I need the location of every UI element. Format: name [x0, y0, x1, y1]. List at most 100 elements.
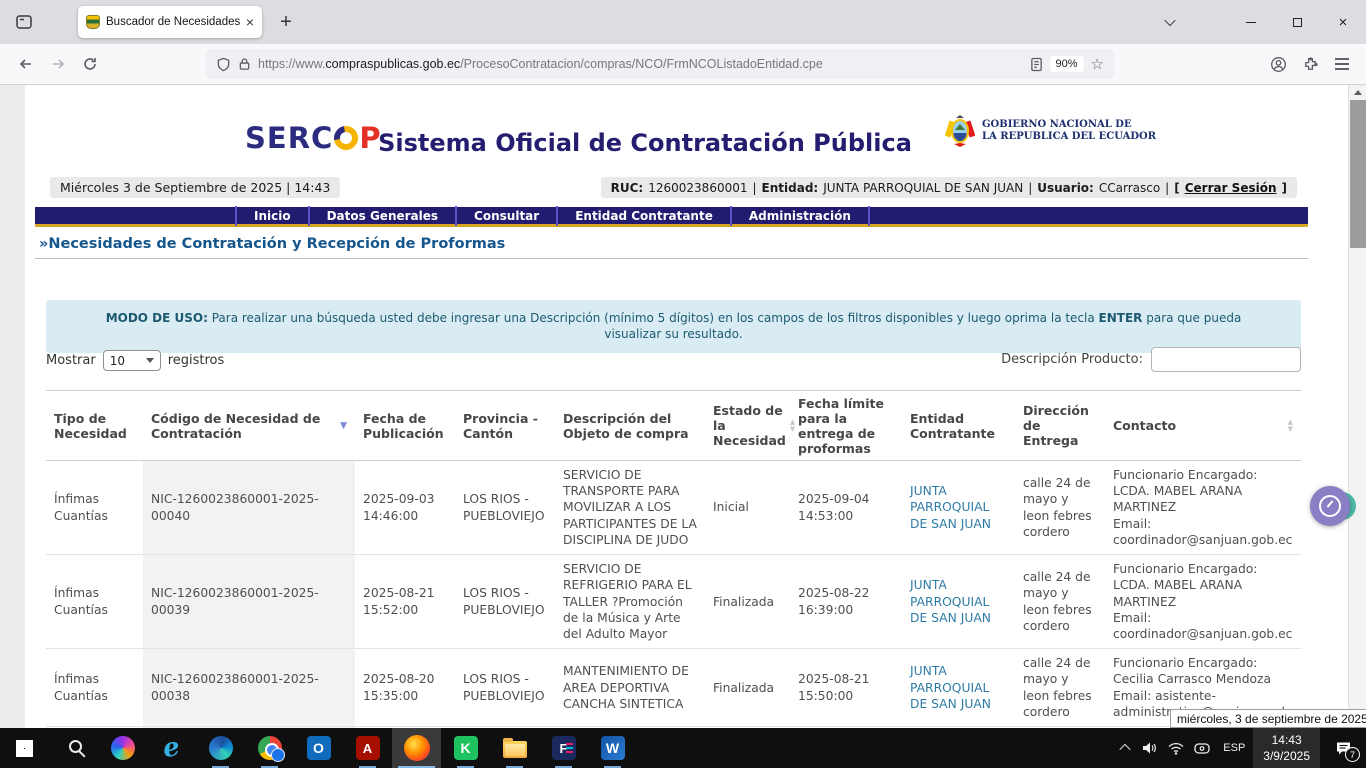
records-per-page-select[interactable]: 10 — [103, 350, 161, 371]
taskbar-kaspersky-icon[interactable]: K — [441, 728, 490, 768]
entidad-link[interactable]: JUNTA PARROQUIAL DE SAN JUAN — [910, 578, 991, 624]
forward-icon[interactable] — [42, 49, 74, 79]
date-tooltip: miércoles, 3 de septiembre de 2025 — [1170, 709, 1366, 728]
column-header-provincia[interactable]: Provincia - Cantón — [455, 391, 555, 461]
nav-item-datos-generales[interactable]: Datos Generales — [310, 206, 457, 226]
cell-descripcion: MANTENIMIENTO DE AREA DEPORTIVA CANCHA S… — [555, 649, 705, 727]
cell-fecha_limite: 2025-08-22 16:39:00 — [790, 555, 902, 649]
browser-tab[interactable]: Buscador de Necesidades de Co × — [78, 6, 262, 38]
nav-item-inicio[interactable]: Inicio — [235, 206, 310, 226]
taskbar-outlook-icon[interactable]: O — [294, 728, 343, 768]
logout-link[interactable]: Cerrar Sesión — [1185, 181, 1277, 195]
system-tray: ESP 14:43 3/9/2025 7 — [1113, 728, 1366, 768]
shield-icon — [216, 57, 231, 72]
close-button[interactable]: × — [1320, 0, 1366, 44]
back-icon[interactable] — [10, 49, 42, 79]
extensions-puzzle-icon[interactable] — [1294, 49, 1326, 79]
column-header-direccion[interactable]: Dirección de Entrega — [1015, 391, 1105, 461]
taskbar-chrome-icon[interactable] — [245, 728, 294, 768]
meet-now-camera-icon[interactable] — [1189, 728, 1215, 768]
cell-contacto: Funcionario Encargado: LCDA. MABEL ARANA… — [1105, 555, 1301, 649]
notification-center-icon[interactable]: 7 — [1320, 728, 1366, 768]
cell-provincia: LOS RIOS - PUEBLOVIEJO — [455, 461, 555, 555]
ecuador-crest-icon — [945, 113, 975, 149]
chevron-down-icon — [146, 358, 154, 363]
taskbar-edge-icon[interactable] — [196, 728, 245, 768]
clock-widget-icon — [1310, 486, 1350, 526]
taskbar-copilot-icon[interactable] — [98, 728, 147, 768]
search-icon — [69, 740, 82, 753]
scroll-up-icon[interactable] — [1349, 85, 1366, 100]
taskbar-fbs-icon[interactable]: F — [539, 728, 588, 768]
firefox-view-icon[interactable] — [10, 8, 38, 36]
list-all-tabs-icon[interactable] — [1156, 8, 1184, 36]
filter-label: Descripción Producto: — [1001, 352, 1143, 367]
cell-codigo: NIC-1260023860001-2025-00040 — [143, 461, 355, 555]
table-row: Ínfimas CuantíasNIC-1260023860001-2025-0… — [46, 649, 1301, 727]
taskbar-internet-explorer-icon[interactable]: e — [147, 728, 196, 768]
cell-tipo: Ínfimas Cuantías — [46, 649, 143, 727]
wifi-icon[interactable] — [1163, 728, 1189, 768]
zoom-level-badge[interactable]: 90% — [1050, 56, 1084, 72]
reader-mode-icon[interactable] — [1030, 57, 1043, 72]
minimize-button[interactable] — [1228, 0, 1274, 44]
clock[interactable]: 14:43 3/9/2025 — [1253, 728, 1320, 768]
volume-icon[interactable] — [1137, 728, 1163, 768]
column-header-estado[interactable]: Estado de la Necesidad▲▼ — [705, 391, 790, 461]
cell-estado: Finalizada — [705, 555, 790, 649]
menu-hamburger-icon[interactable] — [1326, 49, 1358, 79]
edge-icon — [209, 736, 233, 760]
page-scrollbar[interactable] — [1348, 85, 1366, 728]
taskbar-file-explorer-icon[interactable] — [490, 728, 539, 768]
column-header-tipo[interactable]: Tipo de Necesidad — [46, 391, 143, 461]
column-header-contacto[interactable]: Contacto▲▼ — [1105, 391, 1301, 461]
nav-item-administración[interactable]: Administración — [732, 206, 870, 226]
cell-direccion: calle 24 de mayo y leon febres cordero — [1015, 461, 1105, 555]
reload-icon[interactable] — [74, 49, 106, 79]
firefox-icon — [404, 735, 430, 761]
kaspersky-icon: K — [454, 736, 478, 760]
tray-chevron-up-icon[interactable] — [1113, 728, 1137, 768]
entidad-link[interactable]: JUNTA PARROQUIAL DE SAN JUAN — [910, 484, 991, 530]
cell-descripcion: SERVICIO DE REFRIGERIO PARA EL TALLER ?P… — [555, 555, 705, 649]
language-indicator[interactable]: ESP — [1215, 742, 1253, 754]
floating-assist-widget[interactable] — [1310, 486, 1350, 526]
column-header-entidad[interactable]: Entidad Contratante — [902, 391, 1015, 461]
column-header-fecha_limite[interactable]: Fecha límite para la entrega de proforma… — [790, 391, 902, 461]
taskbar-acrobat-icon[interactable]: A — [343, 728, 392, 768]
account-icon[interactable] — [1262, 49, 1294, 79]
column-header-descripcion[interactable]: Descripción del Objeto de compra — [555, 391, 705, 461]
desktop-screen: Buscador de Necesidades de Co × + × http… — [0, 0, 1366, 768]
new-tab-button[interactable]: + — [272, 8, 300, 36]
internet-explorer-icon: e — [161, 732, 182, 764]
product-description-input[interactable] — [1151, 347, 1301, 372]
chrome-icon — [258, 736, 282, 760]
taskbar-search-button[interactable] — [49, 728, 98, 768]
column-header-fecha_publicacion[interactable]: Fecha de Publicación — [355, 391, 455, 461]
cell-fecha_publicacion: 2025-09-03 14:46:00 — [355, 461, 455, 555]
cell-codigo: NIC-1260023860001-2025-00038 — [143, 649, 355, 727]
entidad-link[interactable]: JUNTA PARROQUIAL DE SAN JUAN — [910, 664, 991, 710]
page-title: »Necesidades de Contratación y Recepción… — [39, 236, 505, 252]
cell-estado: Inicial — [705, 461, 790, 555]
cell-entidad: JUNTA PARROQUIAL DE SAN JUAN — [902, 649, 1015, 727]
nav-item-consultar[interactable]: Consultar — [457, 206, 558, 226]
bookmark-star-icon[interactable]: ☆ — [1091, 55, 1104, 73]
column-header-codigo[interactable]: Código de Necesidad de Contratación▼ — [143, 391, 355, 461]
tray-time: 14:43 — [1272, 732, 1302, 748]
nav-item-entidad-contratante[interactable]: Entidad Contratante — [558, 206, 732, 226]
copilot-icon — [111, 736, 135, 760]
tab-close-icon[interactable]: × — [246, 14, 254, 30]
sort-both-icon: ▲▼ — [1288, 419, 1293, 432]
taskbar-start-button[interactable] — [0, 728, 49, 768]
maximize-button[interactable] — [1274, 0, 1320, 44]
scrollbar-thumb[interactable] — [1350, 100, 1366, 248]
session-bar: RUC:1260023860001 | Entidad:JUNTA PARROQ… — [601, 177, 1297, 198]
cell-fecha_limite: 2025-09-04 14:53:00 — [790, 461, 902, 555]
taskbar-firefox-icon[interactable] — [392, 728, 441, 768]
url-bar[interactable]: https://www.compraspublicas.gob.ec/Proce… — [206, 49, 1114, 79]
fbs-icon: F — [552, 736, 576, 760]
taskbar-word-icon[interactable]: W — [588, 728, 637, 768]
product-filter: Descripción Producto: — [1001, 347, 1301, 372]
cell-tipo: Ínfimas Cuantías — [46, 555, 143, 649]
